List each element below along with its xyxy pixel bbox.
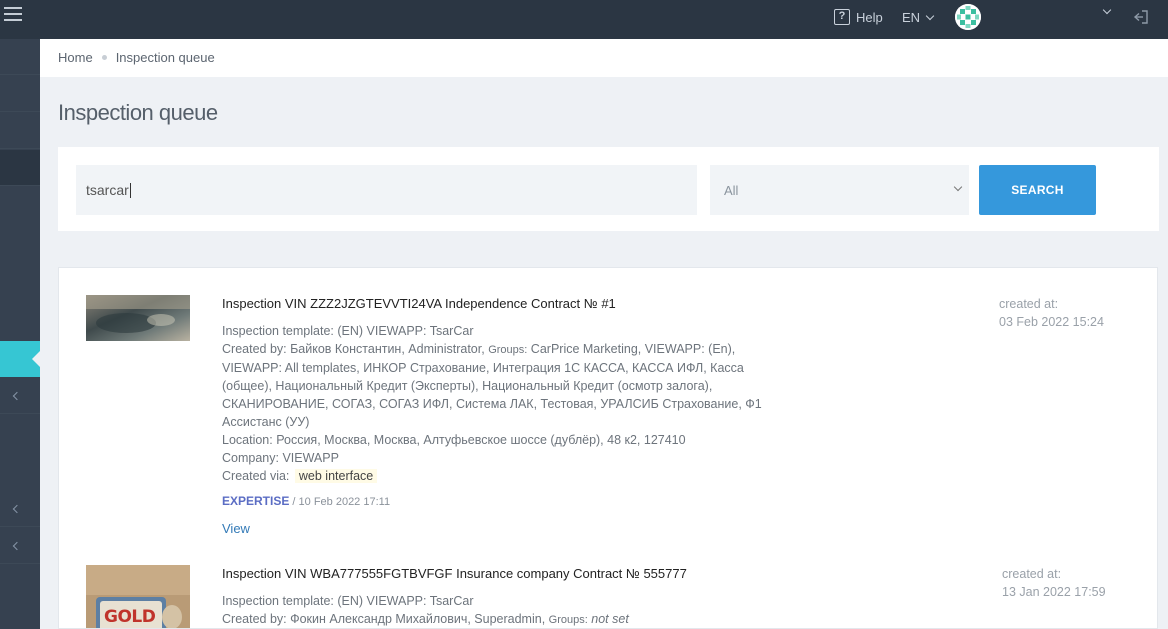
language-label: EN <box>902 10 921 25</box>
hamburger-icon[interactable] <box>4 7 22 23</box>
created-by-line: Created by: Байков Константин, Administr… <box>222 340 782 359</box>
created-at-label: created at: <box>1002 567 1062 581</box>
help-icon: ? <box>834 9 850 25</box>
chevron-down-icon <box>953 182 963 192</box>
created-via-tag: web interface <box>294 469 378 483</box>
search-panel: tsarcar All SEARCH <box>58 147 1159 231</box>
company-line: Company: VIEWAPP <box>222 451 339 465</box>
created-at-value: 13 Jan 2022 17:59 <box>1002 585 1106 599</box>
expertise-date: / 10 Feb 2022 17:11 <box>289 496 391 508</box>
view-link[interactable]: View <box>222 521 250 536</box>
sidebar-item[interactable] <box>0 491 40 527</box>
created-via-label: Created via: <box>222 469 290 483</box>
created-via-line: Created via: web interface <box>222 467 782 485</box>
filter-select[interactable]: All <box>710 165 969 215</box>
filter-select-value: All <box>724 182 739 198</box>
groups-value: not set <box>591 612 629 626</box>
expertise-label[interactable]: EXPERTISE <box>222 494 289 508</box>
created-at: created at: 03 Feb 2022 15:24 <box>999 295 1104 331</box>
groups-label: Groups: <box>488 344 528 356</box>
created-at: created at: 13 Jan 2022 17:59 <box>1002 565 1106 601</box>
inspection-thumbnail[interactable]: GOLD <box>86 565 190 628</box>
sidebar-item[interactable] <box>0 378 40 414</box>
top-navbar: ? Help EN <box>0 0 1168 39</box>
groups-line: VIEWAPP: All templates, ИНКОР Страховани… <box>222 361 744 375</box>
breadcrumb: Home Inspection queue <box>40 39 1168 77</box>
language-selector[interactable]: EN <box>902 10 935 25</box>
groups-label: Groups: <box>548 614 588 626</box>
created-by-text: Created by: Байков Константин, Administr… <box>222 342 489 356</box>
sidebar-item[interactable] <box>0 76 40 112</box>
sidebar-item[interactable] <box>0 528 40 564</box>
template-line: Inspection template: (EN) VIEWAPP: TsarC… <box>222 594 474 608</box>
avatar[interactable] <box>955 4 981 30</box>
results-list: Inspection VIN ZZZ2JZGTEVVTI24VA Indepen… <box>58 267 1158 629</box>
breadcrumb-home-link[interactable]: Home <box>58 50 93 65</box>
template-line: Inspection template: (EN) VIEWAPP: TsarC… <box>222 324 474 338</box>
groups-line: СКАНИРОВАНИЕ, СОГАЗ, СОГАЗ ИФЛ, Система … <box>222 397 762 411</box>
created-by-text: Created by: Фокин Александр Михайлович, … <box>222 612 549 626</box>
groups-line: Ассистанс (УУ) <box>222 415 310 429</box>
chevron-down-icon <box>925 11 935 20</box>
search-button[interactable]: SEARCH <box>979 165 1096 215</box>
text-caret <box>129 182 131 198</box>
user-menu-chevron-icon[interactable] <box>1102 5 1112 15</box>
chevron-left-icon <box>12 391 22 401</box>
sidebar-item[interactable] <box>0 113 40 149</box>
search-input[interactable]: tsarcar <box>76 165 697 215</box>
chevron-left-icon <box>12 504 22 514</box>
breadcrumb-separator <box>101 55 107 60</box>
page-title: Inspection queue <box>58 100 218 125</box>
groups-line: (общее), Национальный Кредит (Эксперты),… <box>222 379 713 393</box>
groups-text: CarPrice Marketing, VIEWAPP: (En), <box>527 342 736 356</box>
sidebar <box>0 39 40 629</box>
inspection-meta: Inspection template: (EN) VIEWAPP: TsarC… <box>222 592 782 628</box>
location-line: Location: Россия, Москва, Москва, Алтуфь… <box>222 433 686 447</box>
search-input-value: tsarcar <box>86 182 129 198</box>
inspection-title-link[interactable]: Inspection VIN ZZZ2JZGTEVVTI24VA Indepen… <box>222 296 616 311</box>
created-by-line: Created by: Фокин Александр Михайлович, … <box>222 610 782 628</box>
breadcrumb-current: Inspection queue <box>115 50 215 65</box>
chevron-left-icon <box>12 541 22 551</box>
sidebar-item-current[interactable] <box>0 341 40 377</box>
created-at-value: 03 Feb 2022 15:24 <box>999 315 1104 329</box>
sidebar-item-active[interactable] <box>0 150 40 186</box>
help-button[interactable]: ? Help <box>834 9 883 25</box>
help-label: Help <box>856 9 883 25</box>
logout-icon[interactable] <box>1133 9 1149 25</box>
inspection-meta: Inspection template: (EN) VIEWAPP: TsarC… <box>222 322 782 485</box>
sidebar-item[interactable] <box>0 39 40 75</box>
inspection-title-link[interactable]: Inspection VIN WBA777555FGTBVFGF Insuran… <box>222 566 687 581</box>
expertise-status: EXPERTISE / 10 Feb 2022 17:11 <box>222 494 390 508</box>
thumbnail-sign-text: GOLD <box>104 607 156 627</box>
inspection-thumbnail[interactable] <box>86 295 190 341</box>
created-at-label: created at: <box>999 297 1059 311</box>
